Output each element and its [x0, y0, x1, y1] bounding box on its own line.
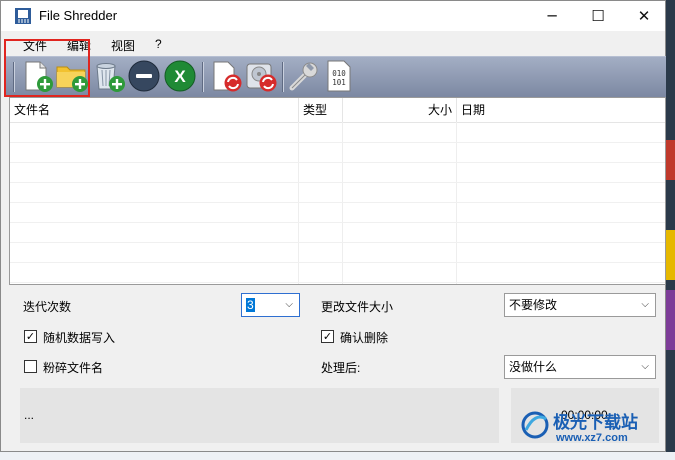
- clear-icon-glyph: X: [174, 67, 186, 86]
- random-write-label: 随机数据写入: [43, 331, 116, 345]
- binary-text-line-1: 010: [332, 69, 346, 78]
- watermark-logo-icon: [521, 411, 549, 439]
- progress-text: ...: [24, 408, 35, 422]
- background-accent-red: [666, 140, 675, 180]
- change-size-value: 不要修改: [509, 298, 558, 312]
- list-row: [10, 122, 665, 143]
- column-header-name[interactable]: 文件名: [10, 98, 299, 122]
- column-header-date[interactable]: 日期: [457, 98, 665, 122]
- chevron-down-icon: ⌵: [641, 361, 649, 372]
- toolbar: X 010 101: [6, 56, 666, 97]
- shred-names-checkbox[interactable]: [24, 360, 37, 373]
- file-shredder-window: File Shredder ─ ☐ ✕ 文件 编辑 视图 ? X 010 101…: [0, 0, 666, 452]
- list-row: [10, 162, 665, 183]
- menu-view[interactable]: 视图: [111, 37, 135, 54]
- list-row: [10, 262, 665, 283]
- shred-names-label: 粉碎文件名: [43, 361, 104, 375]
- list-row: [10, 142, 665, 163]
- shred-disk-icon[interactable]: [244, 59, 278, 93]
- list-row: [10, 222, 665, 243]
- background-accent-purple: [666, 290, 675, 350]
- menu-help[interactable]: ?: [155, 37, 162, 51]
- iterations-value: 3: [246, 298, 255, 312]
- after-process-select[interactable]: 没做什么 ⌵: [504, 355, 656, 379]
- file-shredder-app-icon: [15, 8, 31, 24]
- settings-wrench-icon[interactable]: [287, 59, 321, 93]
- column-header-size[interactable]: 大小: [343, 98, 457, 122]
- highlight-annotation-box: [4, 39, 90, 97]
- after-process-label: 处理后:: [321, 361, 361, 375]
- list-row: [10, 202, 665, 223]
- binary-text-line-2: 101: [332, 78, 346, 87]
- toolbar-separator: [202, 62, 204, 92]
- add-recycle-bin-icon[interactable]: [92, 59, 126, 93]
- column-header-type[interactable]: 类型: [299, 98, 343, 122]
- menu-bar: 文件 编辑 视图 ?: [1, 33, 665, 55]
- binary-file-icon[interactable]: 010 101: [323, 59, 357, 93]
- file-list[interactable]: 文件名 类型 大小 日期: [9, 97, 666, 285]
- chevron-down-icon: ⌵: [641, 299, 649, 310]
- list-row: [10, 182, 665, 203]
- confirm-delete-checkbox[interactable]: ✓: [321, 330, 334, 343]
- list-row: [10, 242, 665, 263]
- toolbar-separator: [282, 62, 284, 92]
- progress-status-panel: ...: [20, 388, 499, 443]
- chevron-down-icon: ⌵: [285, 299, 293, 310]
- shred-files-icon[interactable]: [209, 59, 243, 93]
- watermark-text: 极光下载站: [553, 413, 638, 433]
- background-accent-yellow: [666, 230, 675, 280]
- change-size-label: 更改文件大小: [321, 300, 394, 314]
- iterations-select[interactable]: 3 ⌵: [241, 293, 300, 317]
- site-watermark: 极光下载站 www.xz7.com: [520, 406, 670, 456]
- change-size-select[interactable]: 不要修改 ⌵: [504, 293, 656, 317]
- clear-icon[interactable]: X: [163, 59, 197, 93]
- watermark-url: www.xz7.com: [556, 432, 628, 444]
- window-title: File Shredder: [39, 8, 118, 23]
- minimize-button[interactable]: ─: [529, 1, 575, 31]
- iterations-label: 迭代次数: [23, 300, 72, 314]
- confirm-delete-label: 确认删除: [340, 331, 389, 345]
- file-list-header: 文件名 类型 大小 日期: [10, 98, 665, 123]
- random-write-checkbox[interactable]: ✓: [24, 330, 37, 343]
- close-button[interactable]: ✕: [621, 1, 667, 31]
- title-bar: File Shredder ─ ☐ ✕: [1, 1, 665, 31]
- maximize-button[interactable]: ☐: [575, 1, 621, 31]
- remove-icon[interactable]: [127, 59, 161, 93]
- after-process-value: 没做什么: [509, 360, 558, 374]
